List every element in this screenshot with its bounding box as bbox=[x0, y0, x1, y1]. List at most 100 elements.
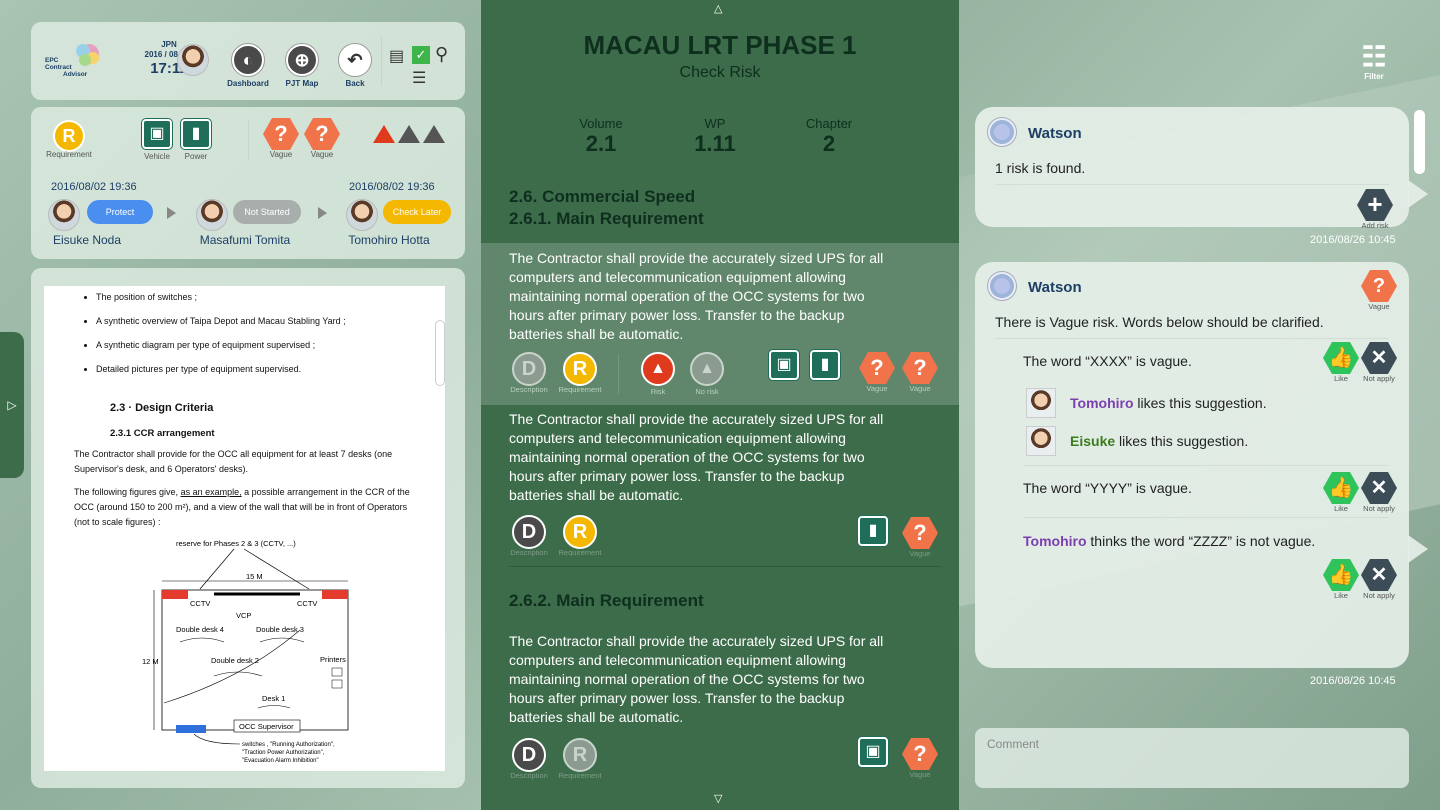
vague-word-1: The word “XXXX” is vague. bbox=[1023, 353, 1192, 369]
like-button[interactable]: 👍 bbox=[1323, 472, 1359, 504]
diagram-height-label: 12 M bbox=[142, 657, 159, 666]
header-card: EPC Contract Advisor JPN 2016 / 08 / 02 … bbox=[31, 22, 465, 100]
requirement-button[interactable]: R bbox=[563, 738, 597, 772]
vague-icon: ? bbox=[263, 118, 299, 150]
doc-p2-part-a: The following figures give, bbox=[74, 487, 181, 497]
requirement-label: Requirement bbox=[558, 771, 602, 780]
norisk-icon bbox=[423, 125, 445, 143]
filter-button[interactable]: ☷ Filter bbox=[1352, 42, 1396, 82]
not-apply-button[interactable]: ✕ bbox=[1361, 472, 1397, 504]
bubble-tail bbox=[1408, 180, 1428, 208]
vague-label: Vague bbox=[909, 770, 931, 779]
watson-logo-icon bbox=[987, 117, 1017, 147]
add-risk-button[interactable]: + bbox=[1357, 189, 1393, 221]
clause-text-1: The Contractor shall provide the accurat… bbox=[509, 250, 884, 342]
requirement-button[interactable]: R bbox=[563, 352, 597, 386]
user-avatar[interactable] bbox=[177, 44, 209, 76]
document-bullet-list: The position of switches ; A synthetic o… bbox=[74, 292, 425, 374]
requirement-button[interactable]: R bbox=[563, 515, 597, 549]
watson-logo-icon bbox=[987, 271, 1017, 301]
vehicle-icon[interactable]: ▣ bbox=[858, 737, 888, 767]
comment-input[interactable]: Comment bbox=[975, 728, 1409, 788]
volume-value: 2.1 bbox=[585, 131, 617, 156]
filter-label: Filter bbox=[1364, 72, 1384, 81]
state-not-started[interactable]: Not Started bbox=[233, 200, 301, 224]
state-check-later[interactable]: Check Later bbox=[383, 200, 451, 224]
requirement-badge: R bbox=[53, 120, 85, 152]
not-apply-label: Not apply bbox=[1363, 504, 1395, 513]
svg-text:Advisor: Advisor bbox=[63, 71, 88, 78]
scroll-up-icon[interactable]: △ bbox=[714, 2, 722, 15]
arrow-icon bbox=[318, 207, 327, 219]
state-protect[interactable]: Protect bbox=[87, 200, 153, 224]
clause-text-2: The Contractor shall provide the accurat… bbox=[509, 411, 884, 503]
pjt-map-button[interactable]: ⊕ PJT Map bbox=[278, 44, 326, 88]
bubble-tail bbox=[1408, 535, 1428, 563]
risk-icon[interactable]: ▲ bbox=[641, 352, 675, 386]
not-apply-button[interactable]: ✕ bbox=[1361, 342, 1397, 374]
diagram-note-1: switches , "Running Authorization", bbox=[242, 742, 335, 748]
document-scrollbar[interactable] bbox=[435, 320, 445, 386]
status-divider bbox=[248, 121, 249, 161]
vehicle-label: Vehicle bbox=[144, 152, 170, 161]
avatar-eisuke bbox=[1026, 426, 1056, 456]
norisk-icon[interactable]: ▲ bbox=[690, 352, 724, 386]
think-note-text: thinks the word “ZZZZ” is not vague. bbox=[1086, 533, 1316, 549]
wp-label: WP bbox=[704, 116, 726, 131]
description-label: Description bbox=[510, 548, 548, 557]
diagram-width-label: 15 M bbox=[246, 572, 263, 581]
description-button[interactable]: D bbox=[512, 515, 546, 549]
avatar-tomohiro bbox=[1026, 388, 1056, 418]
chat-scrollbar[interactable] bbox=[1414, 110, 1425, 174]
power-icon[interactable]: ▮ bbox=[858, 516, 888, 546]
search-icon[interactable]: ⚲ bbox=[435, 44, 448, 65]
liker-name: Eisuke bbox=[1070, 433, 1116, 449]
chapter-value: 2 bbox=[822, 131, 836, 156]
dashboard-button[interactable]: ◐ Dashboard bbox=[224, 44, 272, 88]
doc-paragraph-1: The Contractor shall provide for the OCC… bbox=[74, 449, 393, 474]
header-divider bbox=[381, 36, 382, 86]
vague-icon[interactable]: ? bbox=[902, 738, 938, 770]
scroll-down-icon[interactable]: ▽ bbox=[714, 792, 722, 805]
diagram-desk2: Double desk 2 bbox=[211, 656, 259, 665]
list-icon[interactable]: ☰ bbox=[412, 68, 426, 88]
liker-name: Tomohiro bbox=[1070, 395, 1134, 411]
description-button[interactable]: D bbox=[512, 738, 546, 772]
diagram-reserve-label: reserve for Phases 2 & 3 (CCTV, ...) bbox=[176, 539, 296, 548]
power-icon[interactable]: ▮ bbox=[810, 350, 840, 380]
like-button[interactable]: 👍 bbox=[1323, 342, 1359, 374]
volume-label: Volume bbox=[579, 116, 623, 131]
requirement-label: Requirement bbox=[558, 548, 602, 557]
document-page[interactable]: The position of switches ; A synthetic o… bbox=[44, 286, 445, 771]
arrow-icon bbox=[167, 207, 176, 219]
globe-icon: ⊕ bbox=[286, 44, 318, 76]
chapter-label: Chapter bbox=[805, 116, 853, 131]
doc-bullet: A synthetic overview of Taipa Depot and … bbox=[96, 316, 425, 326]
like-note-text: likes this suggestion. bbox=[1133, 395, 1267, 411]
diagram-vcp: VCP bbox=[236, 611, 251, 620]
vague-label-2: Vague bbox=[310, 150, 334, 159]
message-divider bbox=[995, 184, 1389, 185]
section-heading-2: 2.6.1. Main Requirement bbox=[509, 209, 704, 228]
requirement-label: Requirement bbox=[558, 385, 602, 394]
document-card: The position of switches ; A synthetic o… bbox=[31, 268, 465, 788]
description-button[interactable]: D bbox=[512, 352, 546, 386]
like-note-text: likes this suggestion. bbox=[1115, 433, 1249, 449]
power-icon: ▮ bbox=[181, 119, 211, 149]
expand-left-tab[interactable]: ▷ bbox=[0, 332, 24, 478]
document-icon[interactable]: ▤ bbox=[389, 46, 404, 66]
like-button[interactable]: 👍 bbox=[1323, 559, 1359, 591]
wp-block: WP 1.11 bbox=[655, 116, 775, 157]
person-name-3: Tomohiro Hotta bbox=[348, 233, 430, 247]
vehicle-icon[interactable]: ▣ bbox=[769, 350, 799, 380]
message-divider bbox=[1023, 465, 1389, 466]
diagram-cctv-right: CCTV bbox=[297, 599, 317, 608]
person-name-2: Masafumi Tomita bbox=[199, 233, 291, 247]
not-apply-button[interactable]: ✕ bbox=[1361, 559, 1397, 591]
vague-icon[interactable]: ? bbox=[902, 517, 938, 549]
vague-label: Vague bbox=[909, 549, 931, 558]
not-apply-label: Not apply bbox=[1363, 591, 1395, 600]
add-risk-label: Add risk bbox=[1361, 221, 1389, 230]
check-icon[interactable]: ✓ bbox=[412, 46, 430, 64]
back-button[interactable]: ↶ Back bbox=[331, 44, 379, 88]
